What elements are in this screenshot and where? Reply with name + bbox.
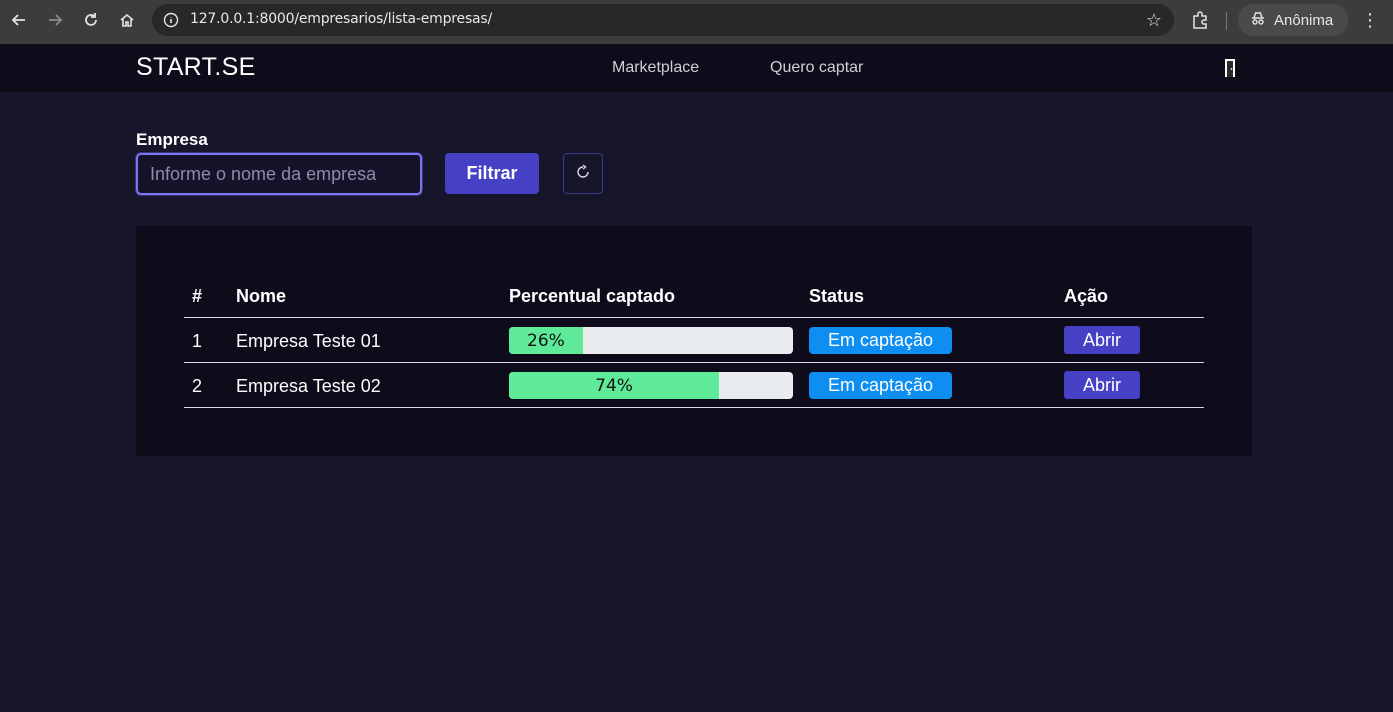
url-text[interactable]: 127.0.0.1:8000/empresarios/lista-empresa… [190,11,492,27]
nav-link-marketplace[interactable]: Marketplace [612,59,699,77]
brand-logo[interactable]: START.SE [136,53,256,82]
column-header-percent: Percentual captado [509,286,676,306]
menu-kebab-icon[interactable]: ⋮ [1360,10,1380,30]
column-header-name: Nome [236,286,287,306]
reload-icon[interactable] [79,8,103,32]
funding-progress-bar: 26% [509,327,793,354]
row-number: 2 [192,376,203,396]
row-divider [184,407,1204,408]
row-number: 1 [192,331,203,351]
company-filter-label: Empresa [136,130,208,149]
company-name: Empresa Teste 01 [236,331,381,351]
funding-progress-label: 26% [527,330,565,351]
refresh-icon [575,164,591,183]
toolbar-divider [1226,12,1227,30]
filter-button[interactable]: Filtrar [445,153,539,194]
nav-link-quero-captar[interactable]: Quero captar [770,59,863,77]
funding-progress-bar: 74% [509,372,793,399]
profile-button[interactable]: Anônima [1238,4,1348,36]
company-search-input[interactable] [136,153,422,195]
profile-label: Anônima [1274,11,1334,29]
app-navbar: START.SE Marketplace Quero captar [0,44,1393,92]
funding-progress-label: 74% [595,375,633,396]
logout-door-icon[interactable] [1220,58,1240,78]
table-header-divider [184,317,1204,318]
company-name: Empresa Teste 02 [236,376,381,396]
row-divider [184,362,1204,363]
forward-icon[interactable] [43,8,67,32]
column-header-action: Ação [1064,286,1109,306]
browser-toolbar: 127.0.0.1:8000/empresarios/lista-empresa… [0,0,1393,44]
funding-progress-fill: 74% [509,372,720,399]
status-badge: Em captação [809,327,952,354]
open-company-button[interactable]: Abrir [1064,326,1140,354]
extensions-icon[interactable] [1190,10,1210,30]
column-header-number: # [192,286,203,306]
column-header-status: Status [809,286,865,306]
address-bar[interactable]: 127.0.0.1:8000/empresarios/lista-empresa… [152,4,1174,36]
status-badge: Em captação [809,372,952,399]
site-info-icon[interactable] [162,11,180,29]
bookmark-star-icon[interactable]: ☆ [1146,10,1162,31]
incognito-icon [1250,10,1266,30]
home-icon[interactable] [115,8,139,32]
reset-filter-button[interactable] [563,153,603,194]
funding-progress-fill: 26% [509,327,583,354]
back-icon[interactable] [7,8,31,32]
open-company-button[interactable]: Abrir [1064,371,1140,399]
